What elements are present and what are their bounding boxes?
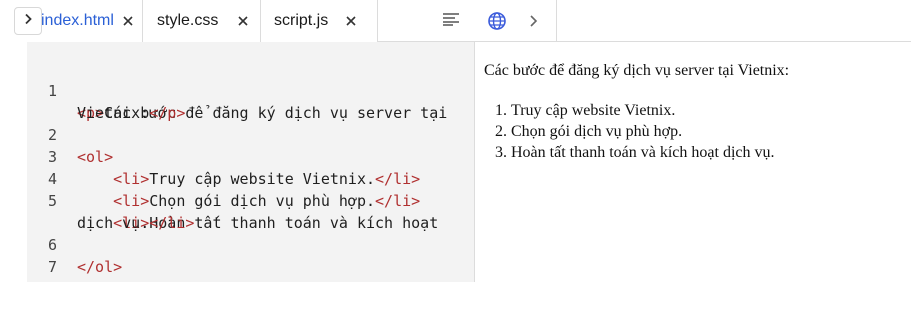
preview-pane: Các bước để đăng ký dịch vụ server tại V…	[484, 60, 904, 163]
collapse-sidebar-button[interactable]	[14, 7, 42, 35]
format-code-button[interactable]	[427, 0, 475, 42]
code-tag: </ol>	[77, 258, 123, 276]
tab-label: index.html	[41, 12, 114, 29]
tab-style-css[interactable]: style.css	[143, 0, 261, 42]
code-line: 6 </ol>	[27, 212, 475, 276]
code-line-wrap: dịch vụ.</li>	[27, 190, 475, 232]
list-item: Hoàn tất thanh toán và kích hoạt dịch vụ…	[511, 142, 904, 163]
preview-list: Truy cập website Vietnix. Chọn gói dịch …	[484, 100, 904, 163]
tab-label: script.js	[274, 12, 329, 29]
tab-index-html[interactable]: index.html	[27, 0, 143, 42]
close-icon[interactable]	[236, 14, 250, 28]
toolbar-divider	[556, 0, 557, 42]
code-line: 2 <ol>	[27, 102, 475, 166]
tab-label: style.css	[157, 12, 219, 29]
code-line-wrap: Vietnix:</p>	[27, 80, 475, 122]
chevron-right-icon	[22, 12, 34, 30]
code-line: 7	[27, 234, 475, 276]
code-line: 3 <li>Truy cập website Vietnix.</li>	[27, 124, 475, 188]
list-item: Truy cập website Vietnix.	[511, 100, 904, 121]
chevron-right-icon	[524, 15, 542, 34]
tab-script-js[interactable]: script.js	[261, 0, 378, 42]
globe-button[interactable]	[485, 9, 509, 33]
next-button[interactable]	[524, 12, 542, 30]
globe-icon	[485, 12, 509, 37]
close-icon[interactable]	[344, 14, 358, 28]
code-content[interactable]: 1 <p>Các bước để đăng ký dịch vụ server …	[27, 58, 475, 276]
format-align-icon	[442, 12, 460, 31]
code-line: 1 <p>Các bước để đăng ký dịch vụ server …	[27, 58, 475, 122]
code-line: 5 <li>Hoàn tất thanh toán và kích hoạt	[27, 168, 475, 232]
preview-paragraph: Các bước để đăng ký dịch vụ server tại V…	[484, 62, 790, 79]
tab-bar: index.html style.css script.js	[14, 0, 475, 42]
code-editor: index.html style.css script.js 1 <p>Các …	[14, 0, 475, 282]
line-number: 7	[47, 258, 57, 276]
code-line: 4 <li>Chọn gói dịch vụ phù hợp.</li>	[27, 146, 475, 210]
close-icon[interactable]	[121, 14, 135, 28]
preview-toolbar	[475, 0, 911, 42]
list-item: Chọn gói dịch vụ phù hợp.	[511, 121, 904, 142]
